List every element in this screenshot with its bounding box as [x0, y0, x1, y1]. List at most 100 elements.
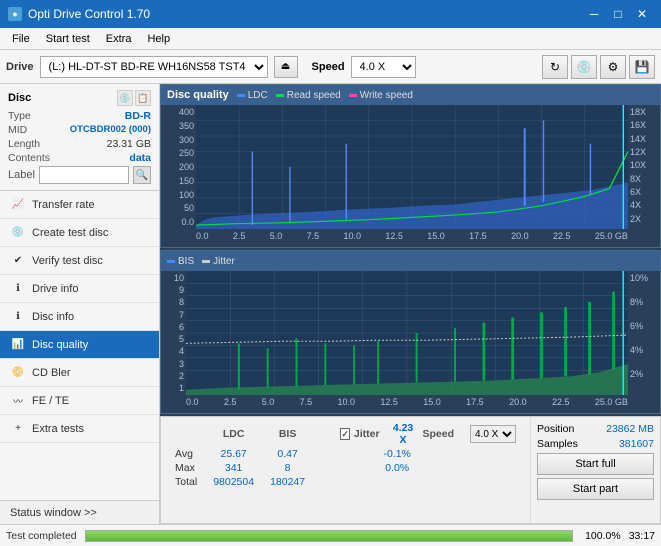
- start-full-button[interactable]: Start full: [537, 453, 654, 475]
- disc-label-browse[interactable]: 🔍: [133, 166, 151, 184]
- stats-avg-speed: [462, 447, 524, 461]
- disc-icon[interactable]: 💿: [571, 55, 597, 79]
- sidebar-item-disc-info[interactable]: ℹ Disc info: [0, 303, 159, 331]
- drive-select[interactable]: (L:) HL-DT-ST BD-RE WH16NS58 TST4: [40, 56, 268, 78]
- nav-label-cd-bler: CD Bler: [32, 367, 71, 379]
- stats-panel: LDC BIS ✓ Jitter 4.23 X Speed: [160, 416, 661, 524]
- sidebar-item-create-test-disc[interactable]: 💿 Create test disc: [0, 219, 159, 247]
- refresh-icon[interactable]: ↻: [542, 55, 568, 79]
- chart1-svg: [196, 105, 628, 229]
- legend-write-speed: Write speed: [349, 90, 413, 101]
- start-part-button[interactable]: Start part: [537, 478, 654, 500]
- status-time: 33:17: [629, 530, 655, 542]
- disc-mid-row: MID OTCBDR002 (000): [8, 124, 151, 136]
- stats-table: LDC BIS ✓ Jitter 4.23 X Speed: [167, 421, 524, 489]
- nav-label-transfer-rate: Transfer rate: [32, 199, 95, 211]
- stats-row-total: Total 9802504 180247: [167, 475, 524, 489]
- disc-type-label: Type: [8, 110, 31, 122]
- speed-value-select[interactable]: 4.0 X: [470, 425, 516, 443]
- disc-title: Disc: [8, 92, 31, 104]
- cd-bler-icon: 📀: [10, 365, 26, 381]
- stats-header-jitter-container: ✓ Jitter 4.23 X Speed: [332, 421, 462, 447]
- drive-label: Drive: [6, 61, 34, 73]
- disc-contents-value: data: [129, 152, 151, 164]
- progress-percent: 100.0%: [581, 530, 621, 542]
- app-icon: ●: [8, 7, 22, 21]
- stats-header-bis: BIS: [262, 421, 313, 447]
- samples-value: 381607: [619, 438, 654, 450]
- stats-max-bis: 8: [262, 461, 313, 475]
- legend-ldc: LDC: [237, 90, 268, 101]
- chart2-title-bar: BIS Jitter: [161, 251, 660, 271]
- status-window-button[interactable]: Status window >>: [0, 500, 159, 524]
- drive-info-icon: ℹ: [10, 281, 26, 297]
- stats-right: Position 23862 MB Samples 381607 Start f…: [530, 417, 660, 523]
- chart2-y-left: 10 9 8 7 6 5 4 3 2 1: [161, 271, 186, 413]
- sidebar-item-drive-info[interactable]: ℹ Drive info: [0, 275, 159, 303]
- minimize-button[interactable]: ─: [583, 5, 605, 23]
- disc-contents-label: Contents: [8, 152, 50, 164]
- position-label: Position: [537, 423, 574, 435]
- sidebar-item-transfer-rate[interactable]: 📈 Transfer rate: [0, 191, 159, 219]
- eject-button[interactable]: ⏏: [274, 56, 298, 78]
- menu-extra[interactable]: Extra: [98, 28, 140, 50]
- title-bar-controls[interactable]: ─ □ ✕: [583, 5, 653, 23]
- chart1-panel: Disc quality LDC Read speed Write speed …: [160, 84, 661, 248]
- app-title: Opti Drive Control 1.70: [28, 7, 150, 21]
- sidebar-item-verify-test-disc[interactable]: ✔ Verify test disc: [0, 247, 159, 275]
- stats-left: LDC BIS ✓ Jitter 4.23 X Speed: [161, 417, 530, 523]
- sidebar-item-fe-te[interactable]: 〰 FE / TE: [0, 387, 159, 415]
- chart1-canvas: 0.0 2.5 5.0 7.5 10.0 12.5 15.0 17.5 20.0…: [196, 105, 628, 247]
- disc-type-value: BD-R: [125, 110, 151, 122]
- chart2-x-axis: 0.0 2.5 5.0 7.5 10.0 12.5 15.0 17.5 20.0…: [186, 395, 628, 413]
- maximize-button[interactable]: □: [607, 5, 629, 23]
- disc-length-row: Length 23.31 GB: [8, 138, 151, 150]
- sidebar-item-cd-bler[interactable]: 📀 CD Bler: [0, 359, 159, 387]
- stats-avg-label: Avg: [167, 447, 205, 461]
- stats-avg-ldc: 25.67: [205, 447, 262, 461]
- stats-avg-spacer: [313, 447, 332, 461]
- legend-bis: BIS: [167, 256, 194, 267]
- disc-icon-1[interactable]: 💿: [117, 90, 133, 106]
- chart2-y-right: 10% 8% 6% 4% 2%: [628, 271, 660, 413]
- progress-bar-container: [85, 530, 573, 542]
- stats-total-speed: [462, 475, 524, 489]
- chart1-title-bar: Disc quality LDC Read speed Write speed: [161, 85, 660, 105]
- legend-bis-label: BIS: [178, 256, 194, 267]
- sidebar-item-extra-tests[interactable]: + Extra tests: [0, 415, 159, 443]
- sidebar-item-disc-quality[interactable]: 📊 Disc quality: [0, 331, 159, 359]
- disc-length-value: 23.31 GB: [107, 138, 151, 150]
- stats-col-label: [167, 421, 205, 447]
- position-row: Position 23862 MB: [537, 423, 654, 435]
- legend-read-speed-dot: [276, 94, 284, 97]
- speed-select[interactable]: 4.0 X: [351, 56, 416, 78]
- disc-icon-2[interactable]: 📋: [135, 90, 151, 106]
- legend-write-speed-label: Write speed: [360, 90, 413, 101]
- stats-header-spacer: [313, 421, 332, 447]
- disc-length-label: Length: [8, 138, 40, 150]
- nav-label-disc-info: Disc info: [32, 311, 74, 323]
- drive-icons: ↻ 💿 ⚙ 💾: [542, 55, 655, 79]
- verify-test-disc-icon: ✔: [10, 253, 26, 269]
- close-button[interactable]: ✕: [631, 5, 653, 23]
- stats-total-spacer: [313, 475, 332, 489]
- stats-row-max: Max 341 8 0.0%: [167, 461, 524, 475]
- speed-label: Speed: [312, 61, 345, 73]
- legend-ldc-label: LDC: [248, 90, 268, 101]
- nav-label-fe-te: FE / TE: [32, 395, 69, 407]
- menu-help[interactable]: Help: [139, 28, 178, 50]
- nav-items: 📈 Transfer rate 💿 Create test disc ✔ Ver…: [0, 191, 159, 500]
- disc-mid-value: OTCBDR002 (000): [70, 124, 151, 136]
- nav-label-verify-test-disc: Verify test disc: [32, 255, 103, 267]
- stats-avg-jitter: -0.1%: [332, 447, 462, 461]
- drive-bar: Drive (L:) HL-DT-ST BD-RE WH16NS58 TST4 …: [0, 50, 661, 84]
- menu-file[interactable]: File: [4, 28, 38, 50]
- save-icon[interactable]: 💾: [629, 55, 655, 79]
- legend-read-speed: Read speed: [276, 90, 341, 101]
- settings-icon[interactable]: ⚙: [600, 55, 626, 79]
- create-test-disc-icon: 💿: [10, 225, 26, 241]
- disc-label-input[interactable]: [39, 166, 129, 184]
- jitter-checkbox[interactable]: ✓: [340, 428, 350, 440]
- menu-start-test[interactable]: Start test: [38, 28, 98, 50]
- status-bar: Test completed 100.0% 33:17: [0, 524, 661, 546]
